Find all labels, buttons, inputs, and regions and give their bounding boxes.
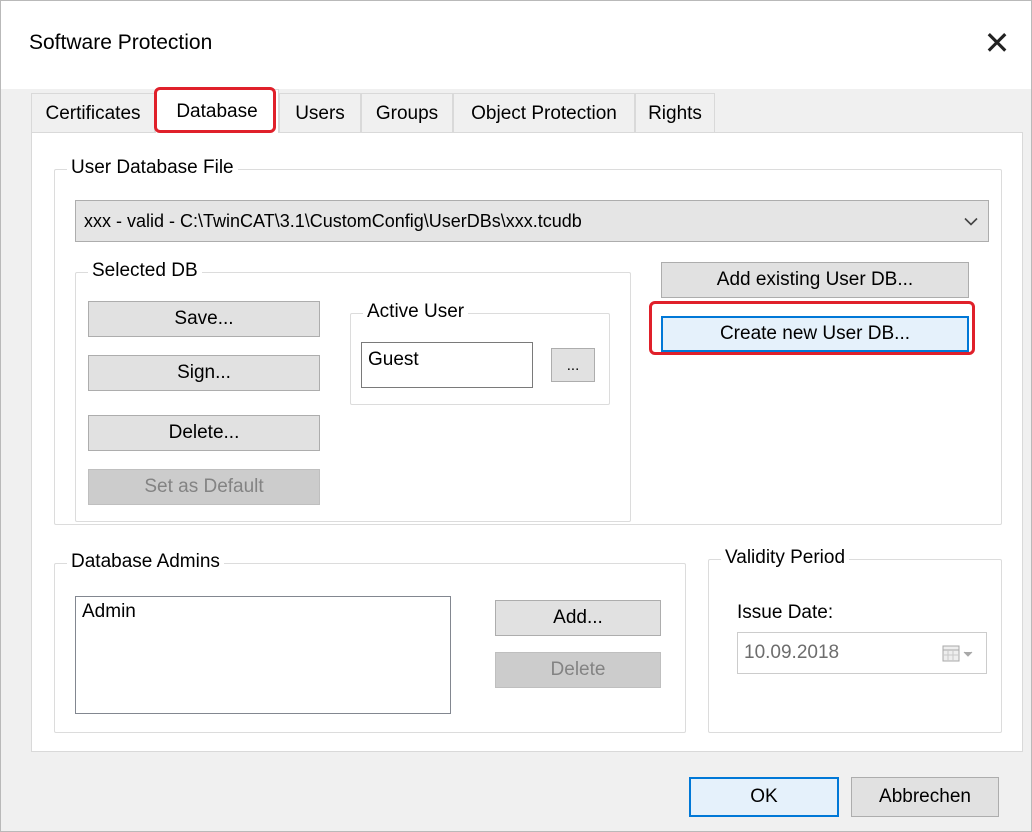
user-database-file-group: User Database File xxx - valid - C:\Twin… [54,157,1002,525]
user-db-file-value: xxx - valid - C:\TwinCAT\3.1\CustomConfi… [84,210,582,231]
tab-certificates[interactable]: Certificates [31,93,155,133]
user-db-file-select[interactable]: xxx - valid - C:\TwinCAT\3.1\CustomConfi… [75,200,989,242]
ok-button[interactable]: OK [689,777,839,817]
active-user-group: Active User Guest ... [350,301,610,405]
database-admins-legend: Database Admins [67,551,224,573]
validity-period-group: Validity Period Issue Date: 10.09.2018 [708,547,1002,733]
calendar-icon [942,644,976,670]
admins-list[interactable]: Admin [75,596,451,714]
chevron-down-icon [964,211,978,232]
save-button[interactable]: Save... [88,301,320,337]
tab-users[interactable]: Users [279,93,361,133]
set-as-default-button[interactable]: Set as Default [88,469,320,505]
issue-date-picker[interactable]: 10.09.2018 [737,632,987,674]
delete-db-button[interactable]: Delete... [88,415,320,451]
tab-object-protection[interactable]: Object Protection [453,93,635,133]
selected-db-group: Selected DB Save... Sign... Delete... Se… [75,260,631,522]
tab-groups[interactable]: Groups [361,93,453,133]
active-user-value: Guest [368,349,419,370]
cancel-button[interactable]: Abbrechen [851,777,999,817]
tab-database[interactable]: Database [155,89,279,133]
software-protection-dialog: Software Protection ✕ Certificates Datab… [0,0,1032,832]
delete-admin-button[interactable]: Delete [495,652,661,688]
sign-button[interactable]: Sign... [88,355,320,391]
tab-rights[interactable]: Rights [635,93,715,133]
title-bar: Software Protection ✕ [1,1,1031,89]
list-item[interactable]: Admin [82,601,444,623]
validity-period-legend: Validity Period [721,547,850,569]
selected-db-legend: Selected DB [88,260,202,282]
window-title: Software Protection [29,31,213,54]
database-admins-group: Database Admins Admin Add... Delete [54,551,686,733]
issue-date-value: 10.09.2018 [744,642,840,663]
create-new-user-db-button[interactable]: Create new User DB... [661,316,969,352]
active-user-legend: Active User [363,301,469,323]
add-admin-button[interactable]: Add... [495,600,661,636]
close-button[interactable]: ✕ [971,17,1023,69]
issue-date-label: Issue Date: [737,602,834,623]
add-existing-user-db-button[interactable]: Add existing User DB... [661,262,969,298]
user-database-file-legend: User Database File [67,157,238,179]
close-icon: ✕ [983,25,1011,61]
browse-user-button[interactable]: ... [551,348,595,382]
active-user-field[interactable]: Guest [361,342,533,388]
database-tab-page: User Database File xxx - valid - C:\Twin… [31,132,1023,752]
